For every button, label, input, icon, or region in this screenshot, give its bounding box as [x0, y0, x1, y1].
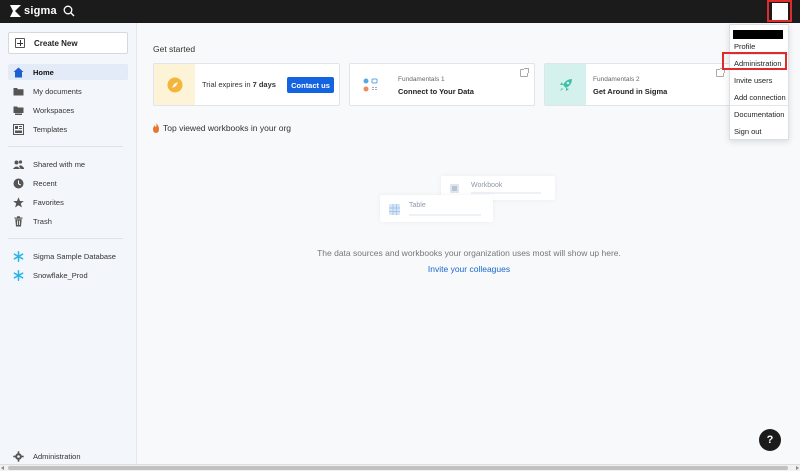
top-viewed-heading: Top viewed workbooks in your org [152, 123, 291, 133]
app-name: sigma [24, 5, 57, 17]
rocket-icon [545, 64, 586, 105]
sidebar-item-my-documents[interactable]: My documents [8, 83, 128, 99]
user-menu-dropdown: Profile Administration Invite users Add … [729, 24, 789, 140]
card-subtitle: Fundamentals 1 [398, 76, 445, 83]
sidebar-item-templates[interactable]: Templates [8, 121, 128, 137]
home-icon [13, 67, 24, 78]
fundamentals-1-card[interactable]: Fundamentals 1 Connect to Your Data [349, 63, 535, 106]
top-bar: sigma [0, 0, 800, 23]
card-title: Connect to Your Data [398, 87, 474, 96]
sidebar-item-label: Administration [33, 451, 81, 461]
fundamentals-2-card[interactable]: Fundamentals 2 Get Around in Sigma [544, 63, 731, 106]
sigma-logo[interactable]: sigma [10, 5, 57, 17]
star-icon [13, 196, 24, 208]
sidebar-item-sigma-sample-database[interactable]: Sigma Sample Database [8, 248, 128, 264]
table-label: Table [409, 202, 426, 209]
card-title: Get Around in Sigma [593, 87, 668, 96]
sidebar-item-favorites[interactable]: Favorites [8, 194, 128, 210]
sidebar-item-label: Trash [33, 216, 52, 226]
sidebar-item-label: Shared with me [33, 159, 86, 169]
sidebar-divider [8, 146, 123, 147]
sidebar-divider [8, 238, 123, 239]
sidebar-item-administration[interactable]: Administration [8, 448, 128, 464]
menu-item-documentation[interactable]: Documentation [734, 110, 784, 119]
menu-separator [730, 105, 788, 106]
sidebar-item-label: Recent [33, 178, 57, 188]
sidebar-item-recent[interactable]: Recent [8, 175, 128, 191]
menu-item-invite-users[interactable]: Invite users [734, 76, 772, 85]
create-new-label: Create New [34, 38, 78, 48]
sigma-logo-icon [10, 5, 21, 17]
workbook-label: Workbook [471, 182, 503, 189]
horizontal-scrollbar[interactable] [0, 464, 800, 471]
sidebar-item-label: Templates [33, 124, 68, 134]
menu-item-profile[interactable]: Profile [734, 42, 755, 51]
workspaces-icon [13, 105, 24, 116]
trial-card: Trial expires in 7 days Contact us [153, 63, 340, 106]
scrollbar-thumb[interactable] [8, 466, 788, 470]
templates-icon [13, 123, 24, 135]
card-subtitle: Fundamentals 2 [593, 76, 640, 83]
sidebar-item-snowflake-prod[interactable]: Snowflake_Prod [8, 267, 128, 283]
empty-state-message: The data sources and workbooks your orga… [317, 248, 621, 258]
sidebar: Create New Home My documents Workspaces … [0, 23, 137, 464]
administration-highlight-box [722, 52, 787, 70]
external-link-icon[interactable] [716, 68, 725, 77]
clock-icon [13, 178, 24, 189]
compass-icon [154, 64, 195, 105]
table-icon [389, 204, 400, 215]
sidebar-item-workspaces[interactable]: Workspaces [8, 102, 128, 118]
redacted-user-name [733, 30, 783, 39]
sidebar-item-label: Home [33, 67, 54, 77]
plus-icon [15, 38, 25, 48]
sidebar-item-home[interactable]: Home [8, 64, 128, 80]
scroll-right-icon[interactable] [796, 466, 799, 470]
menu-item-add-connection[interactable]: Add connection [734, 93, 786, 102]
connect-data-icon [350, 64, 391, 105]
external-link-icon[interactable] [520, 68, 529, 77]
avatar-highlight-box [767, 0, 792, 22]
invite-colleagues-link[interactable]: Invite your colleagues [138, 264, 800, 274]
fire-icon [153, 123, 159, 133]
create-new-button[interactable]: Create New [8, 32, 128, 54]
workbook-icon [450, 184, 459, 193]
sidebar-item-label: Snowflake_Prod [33, 270, 88, 280]
snowflake-icon [13, 269, 24, 281]
table-illustration: Table [380, 195, 493, 222]
sidebar-item-shared-with-me[interactable]: Shared with me [8, 156, 128, 172]
sidebar-item-label: My documents [33, 86, 82, 96]
folder-icon [13, 86, 24, 97]
main-content: Get started Trial expires in 7 days Cont… [138, 23, 800, 464]
sidebar-item-label: Sigma Sample Database [33, 251, 116, 261]
top-viewed-label: Top viewed workbooks in your org [163, 123, 292, 133]
trial-text: Trial expires in 7 days [202, 80, 276, 89]
gear-icon [13, 450, 24, 462]
search-icon[interactable] [63, 5, 75, 17]
snowflake-icon [13, 250, 24, 262]
trash-icon [13, 215, 24, 227]
sidebar-item-label: Workspaces [33, 105, 75, 115]
get-started-heading: Get started [153, 44, 196, 54]
sidebar-item-label: Favorites [33, 197, 64, 207]
trial-prefix: Trial expires in [202, 80, 253, 89]
trial-days: 7 days [252, 80, 276, 89]
help-button[interactable]: ? [759, 429, 781, 451]
people-icon [13, 159, 24, 170]
contact-us-button[interactable]: Contact us [287, 77, 334, 93]
scroll-left-icon[interactable] [1, 466, 4, 470]
sidebar-item-trash[interactable]: Trash [8, 213, 128, 229]
menu-item-sign-out[interactable]: Sign out [734, 127, 762, 136]
